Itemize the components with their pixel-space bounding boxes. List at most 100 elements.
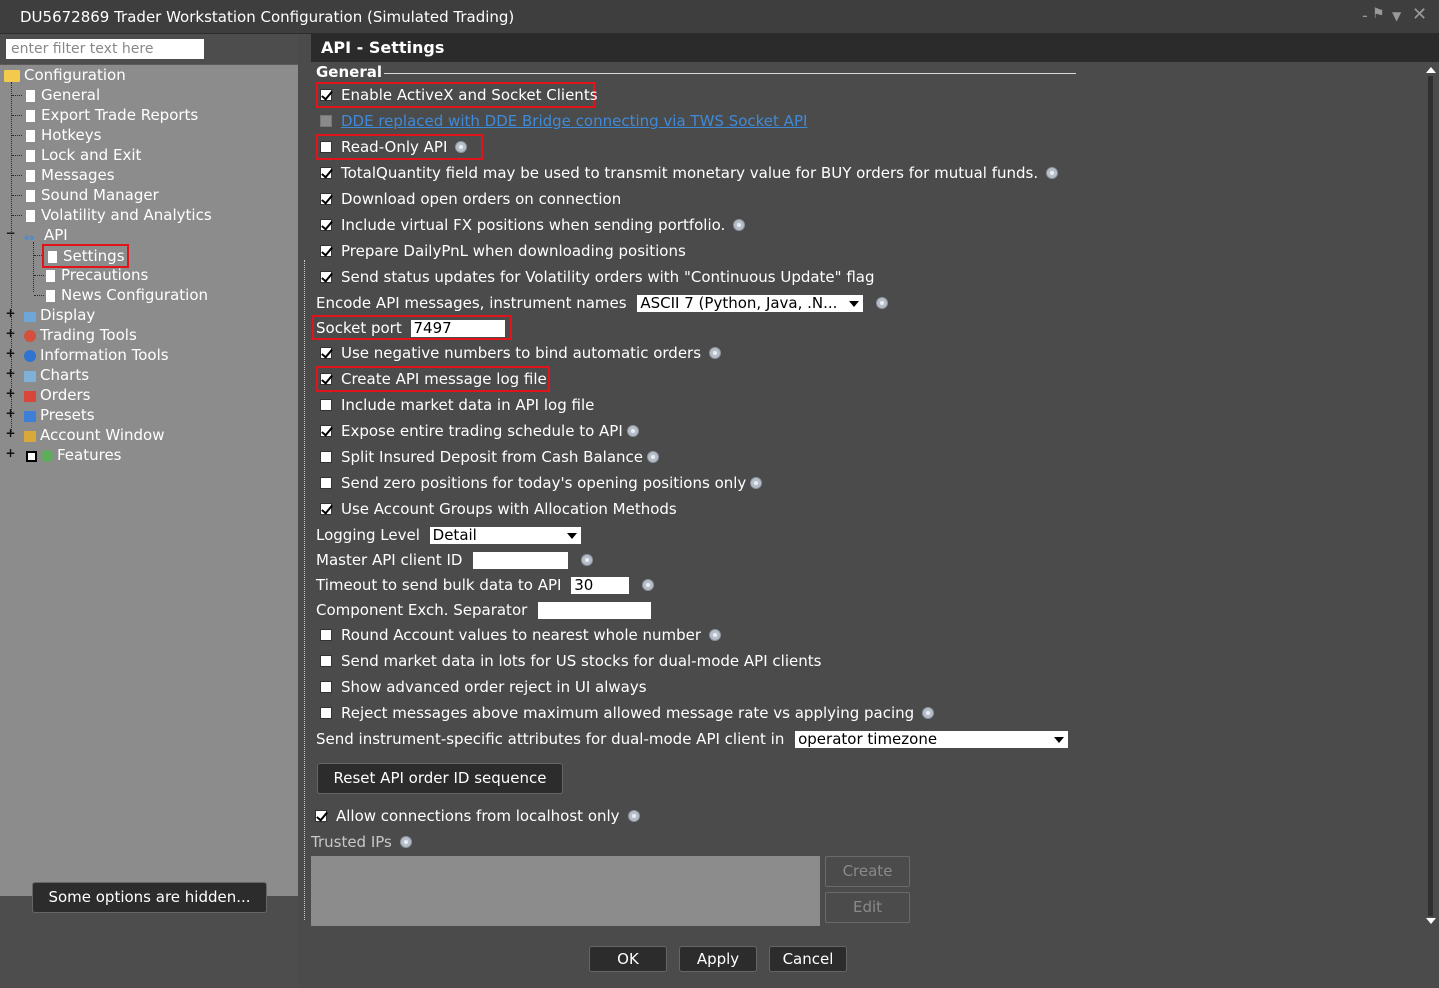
help-icon[interactable] [642,579,655,591]
checkbox[interactable] [320,245,332,257]
help-icon[interactable] [709,347,722,359]
expand-icon[interactable]: + [5,327,16,340]
minimize-icon[interactable]: - [1362,6,1368,25]
expand-icon[interactable]: + [5,347,16,360]
option-localhost-only[interactable]: Allow connections from localhost only [315,805,640,827]
tree-item-orders[interactable]: Orders [24,385,90,405]
option-create-log-file[interactable]: Create API message log file [320,368,547,390]
features-checkbox-icon[interactable] [26,451,37,462]
create-button[interactable]: Create [825,856,910,887]
option-split-insured-deposit[interactable]: Split Insured Deposit from Cash Balance [320,446,659,468]
expand-icon[interactable]: + [5,307,16,320]
help-icon[interactable] [709,629,722,641]
scrollbar[interactable] [1423,62,1439,930]
option-download-open-orders[interactable]: Download open orders on connection [320,188,621,210]
tree-item-display[interactable]: Display [24,305,95,325]
option-account-groups[interactable]: Use Account Groups with Allocation Metho… [320,498,677,520]
separator-input[interactable] [538,602,652,619]
encode-select[interactable]: ASCII 7 (Python, Java, .N... [637,295,864,312]
help-icon[interactable] [876,297,889,309]
option-virtual-fx[interactable]: Include virtual FX positions when sendin… [320,214,746,236]
checkbox[interactable] [320,219,332,231]
option-reject-messages-rate[interactable]: Reject messages above maximum allowed me… [320,702,935,724]
checkbox[interactable] [315,810,327,822]
option-zero-positions[interactable]: Send zero positions for today's opening … [320,472,763,494]
checkbox[interactable] [320,141,332,153]
instrument-attr-select[interactable]: operator timezone [795,731,1069,748]
tree-item-configuration[interactable]: Configuration [4,65,126,85]
ok-button[interactable]: OK [589,946,667,972]
checkbox[interactable] [320,707,332,719]
expand-icon[interactable]: + [5,447,16,460]
checkbox[interactable] [320,399,332,411]
tree-item-news-configuration[interactable]: News Configuration [44,285,208,305]
expand-icon[interactable]: + [5,427,16,440]
checkbox[interactable] [320,167,332,179]
option-totalquantity[interactable]: TotalQuantity field may be used to trans… [320,162,1059,184]
scroll-down-icon[interactable] [1426,918,1436,924]
help-icon[interactable] [647,451,659,463]
help-icon[interactable] [1046,167,1059,179]
tree-item-presets[interactable]: Presets [24,405,95,425]
help-icon[interactable] [627,810,640,822]
dde-link[interactable]: DDE replaced with DDE Bridge connecting … [341,112,807,130]
expand-icon[interactable]: + [5,367,16,380]
tree-item-hotkeys[interactable]: Hotkeys [24,125,101,145]
expand-icon[interactable]: + [5,407,16,420]
socket-port-input[interactable]: 7497 [410,320,505,337]
checkbox[interactable] [320,89,332,101]
checkbox[interactable] [320,655,332,667]
checkbox[interactable] [320,503,332,515]
timeout-input[interactable]: 30 [571,577,630,594]
tree-item-lock-and-exit[interactable]: Lock and Exit [24,145,141,165]
help-icon[interactable] [399,836,412,848]
tree-item-precautions[interactable]: Precautions [44,265,148,285]
close-icon[interactable]: ✕ [1412,4,1427,25]
help-icon[interactable] [455,141,468,153]
reset-order-id-button[interactable]: Reset API order ID sequence [317,763,563,794]
cancel-button[interactable]: Cancel [769,946,847,972]
option-daily-pnl[interactable]: Prepare DailyPnL when downloading positi… [320,240,686,262]
chevron-down-icon[interactable]: ▼ [1392,9,1401,23]
checkbox[interactable] [320,629,332,641]
checkbox[interactable] [320,681,332,693]
tree-item-charts[interactable]: Charts [24,365,89,385]
tree-item-trading-tools[interactable]: Trading Tools [24,325,137,345]
scroll-up-icon[interactable] [1426,67,1436,73]
scroll-thumb[interactable] [1428,76,1433,916]
tree-item-export-trade-reports[interactable]: Export Trade Reports [24,105,198,125]
option-advanced-order-reject[interactable]: Show advanced order reject in UI always [320,676,647,698]
hidden-options-button[interactable]: Some options are hidden... [32,882,267,913]
splitter-handle[interactable] [304,260,305,920]
help-icon[interactable] [581,554,593,566]
checkbox[interactable] [320,347,332,359]
option-market-data-log[interactable]: Include market data in API log file [320,394,594,416]
help-icon[interactable] [626,425,639,437]
tree-item-account-window[interactable]: Account Window [24,425,164,445]
tree-item-volatility-and-analytics[interactable]: Volatility and Analytics [24,205,212,225]
tree-item-sound-manager[interactable]: Sound Manager [24,185,159,205]
trusted-ips-list[interactable] [311,856,820,926]
tree-item-messages[interactable]: Messages [24,165,115,185]
filter-input[interactable] [6,39,204,59]
apply-button[interactable]: Apply [679,946,757,972]
option-negative-numbers[interactable]: Use negative numbers to bind automatic o… [320,342,722,364]
expand-icon[interactable]: + [5,387,16,400]
tree-item-features[interactable]: Features [26,445,122,465]
help-icon[interactable] [733,219,746,231]
checkbox[interactable] [320,373,332,385]
logging-level-select[interactable]: Detail [429,527,581,544]
option-trading-schedule[interactable]: Expose entire trading schedule to API [320,420,639,442]
help-icon[interactable] [922,707,935,719]
checkbox[interactable] [320,477,332,489]
checkbox[interactable] [320,271,332,283]
option-read-only-api[interactable]: Read-Only API [320,136,468,158]
pin-icon[interactable]: ⚑ [1372,6,1385,22]
master-client-input[interactable] [473,552,569,569]
checkbox[interactable] [320,193,332,205]
option-volatility-status[interactable]: Send status updates for Volatility order… [320,266,875,288]
collapse-icon[interactable]: − [5,227,16,240]
help-icon[interactable] [750,477,763,489]
tree-item-api[interactable]: ⇔ API [24,225,68,246]
tree-item-information-tools[interactable]: Information Tools [24,345,169,365]
